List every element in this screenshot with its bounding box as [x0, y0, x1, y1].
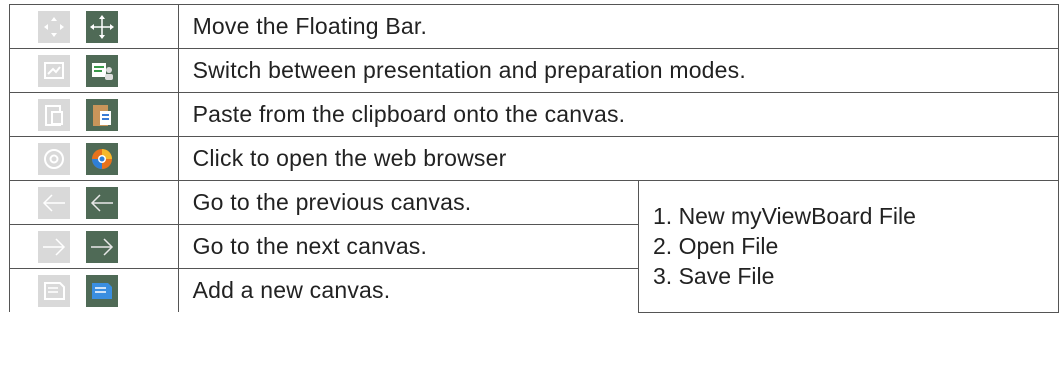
- add-canvas-icon: [38, 274, 70, 307]
- row-description: Move the Floating Bar.: [177, 4, 1059, 49]
- row-description: Click to open the web browser: [177, 136, 1059, 181]
- arrow-left-icon: [38, 186, 70, 219]
- row-description: Go to the previous canvas.: [177, 180, 640, 225]
- row-description: Paste from the clipboard onto the canvas…: [177, 92, 1059, 137]
- list-item: 3. Save File: [653, 263, 775, 290]
- arrow-left-icon[interactable]: [86, 186, 118, 219]
- table-row: Click to open the web browser: [9, 136, 1059, 181]
- mode-switch-icon[interactable]: [86, 54, 118, 87]
- floating-bar-reference-table: Move the Floating Bar. Switch between pr…: [9, 4, 1059, 313]
- list-item: 1. New myViewBoard File: [653, 203, 916, 230]
- row-description: Add a new canvas.: [177, 268, 640, 312]
- icon-cell: [9, 4, 179, 49]
- icon-cell: [9, 48, 179, 93]
- icon-cell: [9, 92, 179, 137]
- row-description: Go to the next canvas.: [177, 224, 640, 269]
- move-icon[interactable]: [86, 10, 118, 43]
- table-row: Go to the previous canvas. 1. New myView…: [9, 180, 1059, 313]
- mode-switch-icon: [38, 54, 70, 87]
- paste-icon[interactable]: [86, 98, 118, 131]
- icon-cell: [9, 136, 179, 181]
- move-icon: [38, 10, 70, 43]
- arrow-right-icon: [38, 230, 70, 263]
- paste-icon: [38, 98, 70, 131]
- icon-cell: [9, 268, 179, 312]
- row-description: Switch between presentation and preparat…: [177, 48, 1059, 93]
- list-item: 2. Open File: [653, 233, 779, 260]
- browser-icon[interactable]: [86, 142, 118, 175]
- browser-icon: [38, 142, 70, 175]
- icon-cell: [9, 180, 179, 225]
- icon-cell: [9, 224, 179, 269]
- file-options-list: 1. New myViewBoard File 2. Open File 3. …: [638, 180, 1059, 313]
- table-row: Paste from the clipboard onto the canvas…: [9, 92, 1059, 137]
- table-row: Switch between presentation and preparat…: [9, 48, 1059, 93]
- table-row: Move the Floating Bar.: [9, 4, 1059, 49]
- add-canvas-icon[interactable]: [86, 274, 118, 307]
- arrow-right-icon[interactable]: [86, 230, 118, 263]
